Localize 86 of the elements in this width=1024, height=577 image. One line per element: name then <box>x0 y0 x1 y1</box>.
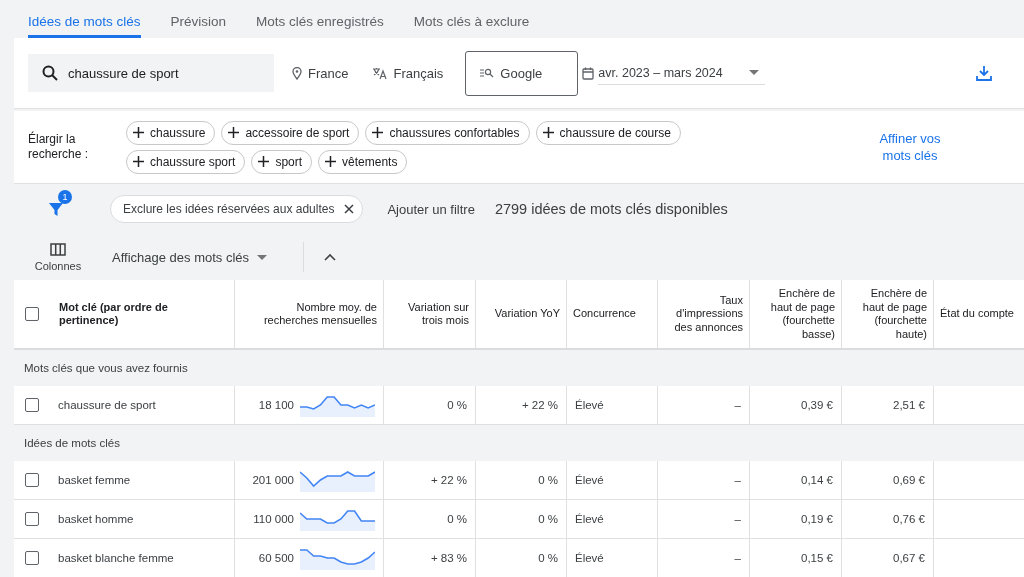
add-filter-link[interactable]: Ajouter un filtre <box>387 201 475 217</box>
table-cell: Élevé <box>567 386 658 425</box>
search-field[interactable]: chaussure de sport <box>28 54 274 92</box>
table-cell: 0 % <box>476 539 567 577</box>
checkbox[interactable] <box>25 398 39 412</box>
table-cell: 0,14 € <box>750 461 842 500</box>
location-selector[interactable]: France <box>308 65 349 81</box>
table-cell-text: 18 100 <box>257 399 294 411</box>
table-cell: 0 % <box>476 500 567 539</box>
column-header: Variation sur trois mois <box>384 280 476 350</box>
table-cell: + 83 % <box>384 539 476 577</box>
column-header: Concurrence <box>567 280 658 350</box>
keyword-suggestion-chip[interactable]: vêtements <box>318 149 408 174</box>
columns-button[interactable]: Colonnes <box>14 241 102 273</box>
checkbox[interactable] <box>25 551 39 565</box>
filter-chip[interactable]: Exclure les idées réservées aux adultes <box>110 195 364 223</box>
refine-keywords-link[interactable]: Affiner vos mots clés <box>870 130 950 164</box>
plus-icon <box>228 127 240 138</box>
keyword-suggestion-chip[interactable]: sport <box>251 149 313 174</box>
checkbox[interactable] <box>25 473 39 487</box>
column-header: État du compte <box>934 280 1024 350</box>
plus-icon <box>258 156 270 167</box>
keyword-suggestion-chip[interactable]: chaussures confortables <box>365 120 530 145</box>
table-cell: 0 % <box>384 500 476 539</box>
table-cell-text: 60 500 <box>257 552 294 564</box>
table-cell: – <box>658 539 750 577</box>
column-header: Enchère de haut de page (fourchette basse) <box>750 280 842 350</box>
tab[interactable]: Mots clés enregistrés <box>256 0 384 38</box>
table-cell: 0,67 € <box>842 539 934 577</box>
tab[interactable]: Prévision <box>170 0 227 38</box>
keyword-suggestion-chip[interactable]: chaussure de course <box>535 120 681 145</box>
results-count: 2799 idées de mots clés disponibles <box>494 201 728 217</box>
close-icon[interactable] <box>344 204 355 214</box>
checkbox[interactable] <box>25 307 39 321</box>
table-cell: 0,39 € <box>750 386 842 425</box>
keyword-suggestion-chip[interactable]: chaussure sport <box>126 149 246 174</box>
table-cell: + 22 % <box>384 461 476 500</box>
table-cell: basket femme <box>50 461 235 500</box>
table-cell: – <box>658 461 750 500</box>
table-cell: Élevé <box>567 461 658 500</box>
location-pin-icon <box>292 66 302 80</box>
table-cell: chaussure de sport <box>50 386 235 425</box>
calendar-icon <box>582 66 595 80</box>
columns-icon <box>50 242 66 256</box>
table-cell: 0,69 € <box>842 461 934 500</box>
keyword-suggestion-chip[interactable]: chaussure <box>126 120 216 145</box>
table-cell: 0 % <box>476 461 567 500</box>
column-header: Enchère de haut de page (fourchette haute) <box>842 280 934 350</box>
keyword-suggestion-chip[interactable]: accessoire de sport <box>221 120 360 145</box>
table-cell: Élevé <box>567 539 658 577</box>
table-cell: 0,15 € <box>750 539 842 577</box>
plus-icon <box>542 127 554 138</box>
plus-icon <box>133 156 144 167</box>
tab[interactable]: Mots clés à exclure <box>413 0 530 38</box>
table-cell: 0,76 € <box>842 500 934 539</box>
keyword-view-dropdown[interactable]: Affichage des mots clés <box>106 248 274 266</box>
checkbox[interactable] <box>25 512 39 526</box>
search-icon <box>42 65 58 81</box>
translate-icon <box>372 66 388 80</box>
table-cell: 0 % <box>384 386 476 425</box>
download-icon[interactable] <box>976 65 992 81</box>
date-range-dropdown[interactable]: avr. 2023 – mars 2024 <box>598 61 765 85</box>
column-header: Nombre moy. de recherches mensuelles <box>235 280 384 350</box>
column-header: Taux d'impressions des annonces <box>658 280 750 350</box>
table-cell: + 22 % <box>476 386 567 425</box>
column-header: Variation YoY <box>476 280 567 350</box>
plus-icon <box>372 127 384 138</box>
plus-icon <box>133 127 144 138</box>
table-cell: basket homme <box>50 500 235 539</box>
plus-icon <box>325 156 337 167</box>
collapse-chevron-icon[interactable] <box>324 253 337 261</box>
table-cell: 0,19 € <box>750 500 842 539</box>
column-header: Mot clé (par ordre de pertinence) <box>50 280 235 350</box>
filter-icon[interactable] <box>48 202 64 218</box>
table-cell-text: 110 000 <box>252 513 294 525</box>
broaden-search-label: Élargir la recherche : <box>28 132 90 162</box>
table-cell: 2,51 € <box>842 386 934 425</box>
table-cell-text: 201 000 <box>251 474 294 486</box>
network-selector[interactable]: Google <box>465 50 579 96</box>
table-cell: – <box>658 386 750 425</box>
search-list-icon <box>480 68 495 78</box>
filter-count-badge: 1 <box>58 190 72 204</box>
language-selector[interactable]: Français <box>393 65 444 81</box>
table-cell: – <box>658 500 750 539</box>
table-cell: basket blanche femme <box>50 539 235 577</box>
table-cell: Élevé <box>567 500 658 539</box>
